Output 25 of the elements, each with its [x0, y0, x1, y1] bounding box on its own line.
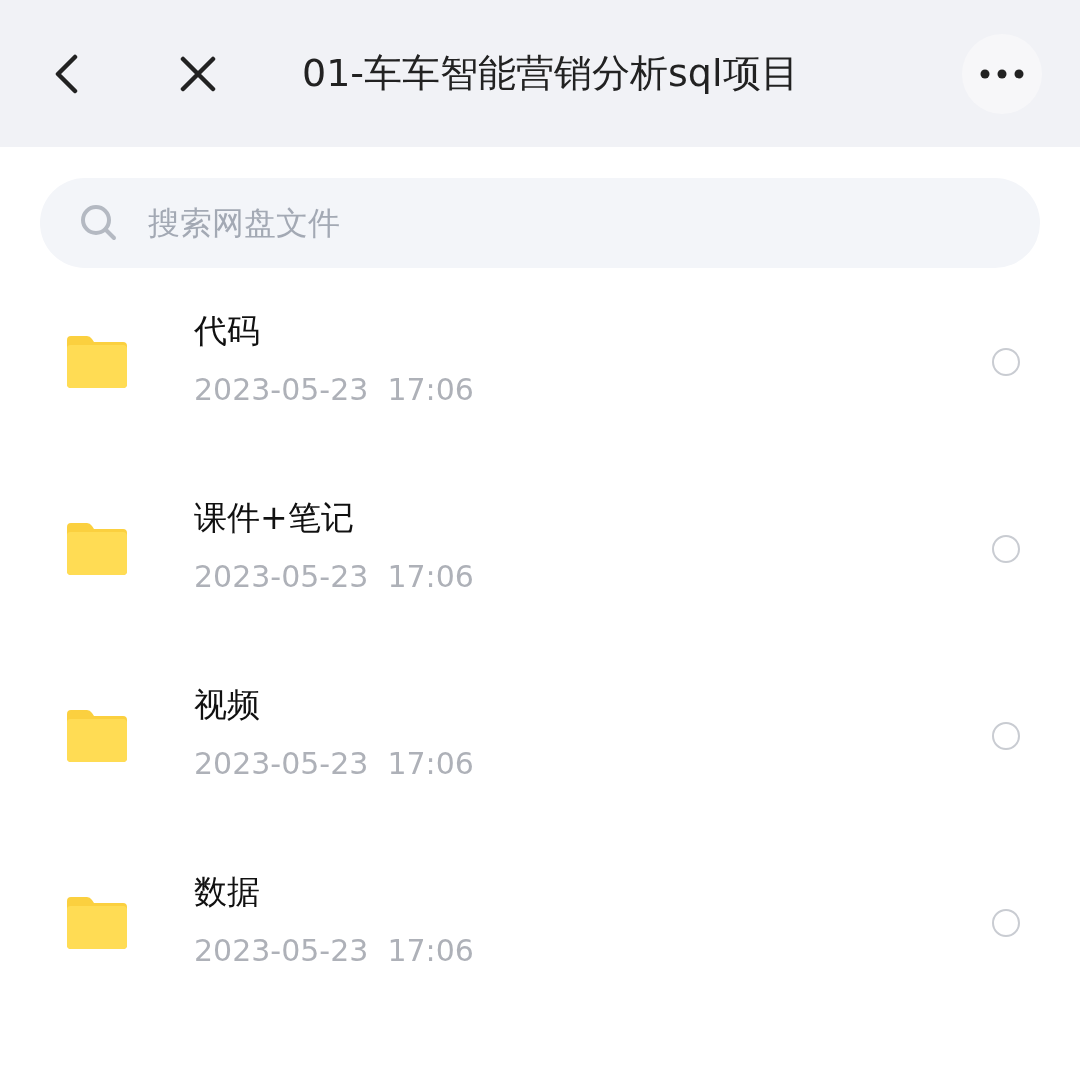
file-name: 代码 — [194, 309, 261, 352]
page-title: 01-车车智能营销分析sql项目 — [302, 50, 800, 97]
select-radio[interactable] — [992, 534, 1020, 563]
close-icon — [180, 55, 216, 92]
file-row[interactable]: 课件+笔记 2023-05-23 17:06 — [0, 455, 1080, 642]
file-date: 2023-05-23 17:06 — [194, 932, 475, 968]
back-icon — [53, 53, 79, 94]
select-radio[interactable] — [992, 721, 1020, 750]
file-date: 2023-05-23 17:06 — [194, 745, 475, 781]
folder-icon — [67, 896, 127, 949]
more-icon — [980, 68, 1024, 79]
file-row[interactable]: 代码 2023-05-23 17:06 — [0, 268, 1080, 455]
folder-icon — [67, 335, 127, 388]
folder-icon — [67, 522, 127, 575]
select-radio[interactable] — [992, 347, 1020, 376]
file-name: 视频 — [194, 683, 261, 726]
file-date: 2023-05-23 17:06 — [194, 371, 475, 407]
file-date: 2023-05-23 17:06 — [194, 558, 475, 594]
select-radio[interactable] — [992, 908, 1020, 937]
search-field[interactable]: 搜索网盘文件 — [40, 178, 1040, 268]
file-row[interactable]: 数据 2023-05-23 17:06 — [0, 829, 1080, 1016]
folder-icon — [67, 709, 127, 762]
file-name: 数据 — [194, 870, 261, 913]
file-row[interactable]: 视频 2023-05-23 17:06 — [0, 642, 1080, 829]
file-name: 课件+笔记 — [194, 496, 355, 539]
